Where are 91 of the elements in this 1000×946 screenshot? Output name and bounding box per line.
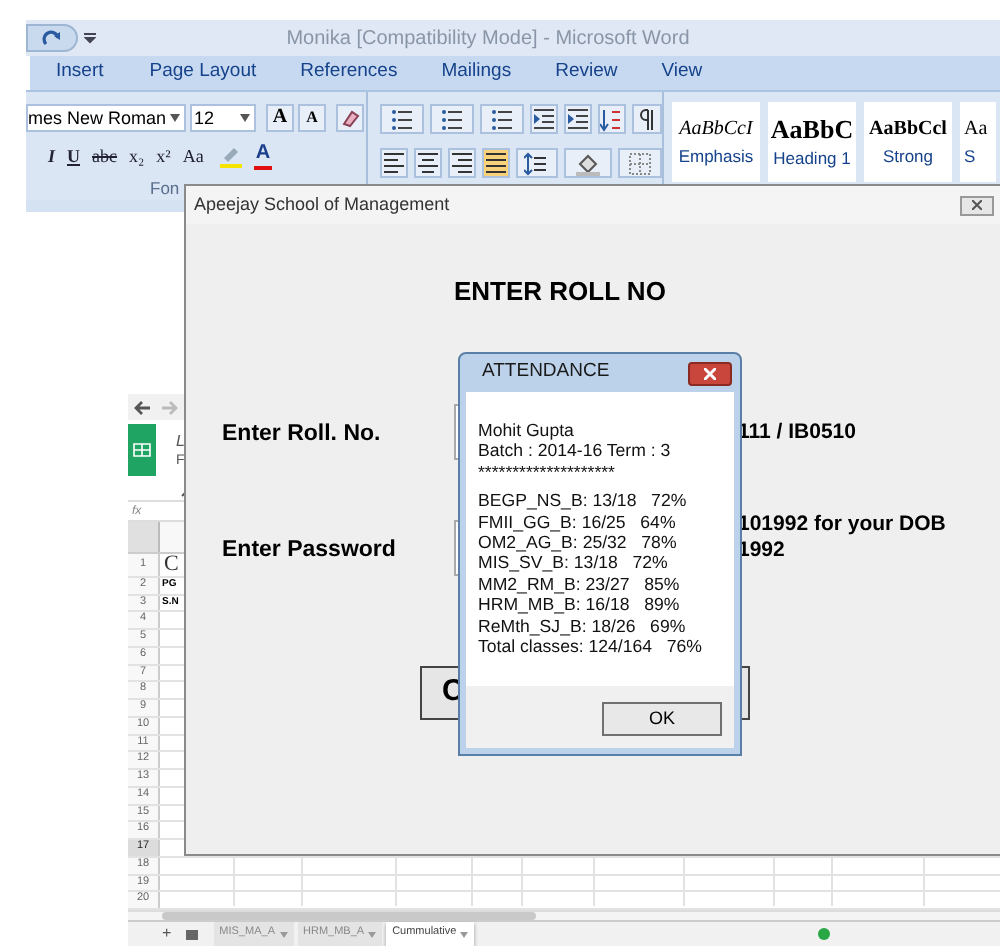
dropdown-icon[interactable] <box>170 114 180 122</box>
grow-font-button[interactable]: A <box>266 104 294 132</box>
bullet-list-icon <box>389 107 414 131</box>
message-line: ******************** <box>478 461 617 483</box>
ribbon-tab[interactable]: References <box>298 58 400 88</box>
close-icon <box>972 200 982 210</box>
borders-icon <box>627 151 652 175</box>
style-name: Heading 1 <box>773 150 851 168</box>
message-line: MIS_SV_B: 13/18 72% <box>478 552 670 574</box>
clear-format-button[interactable] <box>336 104 364 132</box>
redo-button[interactable] <box>26 24 78 52</box>
message-line: Batch : 2014-16 Term : 3 <box>478 440 673 462</box>
font-name-field[interactable]: mes New Roman <box>26 104 186 132</box>
close-button[interactable] <box>960 195 994 215</box>
add-sheet-button[interactable]: + <box>162 926 172 942</box>
window-title: Monika [Compatibility Mode] - Microsoft Word <box>284 25 692 53</box>
style-card[interactable]: AaBbC Heading 1 <box>768 102 856 182</box>
message-line: OM2_AG_B: 25/32 78% <box>478 532 679 553</box>
align-right-button[interactable] <box>448 148 477 178</box>
decrease-indent-button[interactable] <box>529 104 558 134</box>
highlighter-icon <box>217 145 242 167</box>
dropdown-icon[interactable] <box>240 114 250 122</box>
message-title: ATTENDANCE <box>482 358 612 387</box>
bullet-list-button[interactable] <box>380 104 424 134</box>
align-right-icon <box>450 151 475 175</box>
redo-icon <box>42 29 62 47</box>
style-sample: AaBbCcl <box>869 119 947 140</box>
format-button[interactable]: abc <box>90 143 120 169</box>
ribbon-tab[interactable]: Review <box>553 58 620 88</box>
justify-button[interactable] <box>482 148 511 178</box>
style-card[interactable]: Aa S <box>960 102 996 182</box>
decrease-indent-icon <box>531 107 556 131</box>
style-sample: Aa <box>964 119 988 140</box>
line-spacing-icon <box>524 151 549 175</box>
hint-text: 1992 <box>738 540 787 562</box>
shading-button[interactable] <box>563 148 612 178</box>
align-left-button[interactable] <box>380 148 409 178</box>
close-icon <box>704 367 716 379</box>
ribbon-tab[interactable]: View <box>659 58 705 88</box>
ribbon-tab[interactable]: Mailings <box>439 58 514 88</box>
message-line: Total classes: 124/164 76% <box>478 636 704 657</box>
ok-button[interactable]: OK <box>602 702 722 736</box>
style-sample: AaBbCcI <box>679 119 753 140</box>
message-line: FMII_GG_B: 16/25 64% <box>478 511 678 533</box>
sort-button[interactable] <box>597 104 627 134</box>
align-center-icon <box>416 151 441 175</box>
back-icon[interactable] <box>132 399 152 416</box>
justify-icon <box>484 151 509 175</box>
sort-icon <box>600 107 624 131</box>
style-card[interactable]: AaBbCcI Emphasis <box>672 102 760 182</box>
borders-button[interactable] <box>617 148 663 178</box>
shrink-font-button[interactable]: A <box>298 104 326 132</box>
form-heading: ENTER ROLL NO <box>454 278 666 304</box>
style-card[interactable]: AaBbCcl Strong <box>864 102 952 182</box>
style-name: Strong <box>882 147 934 165</box>
status-icon <box>818 928 831 940</box>
sheet-list-icon[interactable] <box>185 929 198 939</box>
eraser-icon <box>340 108 360 128</box>
table-cell-text: C <box>162 553 179 576</box>
format-button[interactable]: x₂ <box>127 143 147 169</box>
ribbon-tab[interactable]: Insert <box>54 58 106 88</box>
document-title: L <box>176 433 185 450</box>
format-button[interactable]: x² <box>154 143 173 169</box>
dropdown-icon[interactable] <box>84 32 96 44</box>
field-label: Enter Password <box>222 540 398 563</box>
pilcrow-button[interactable] <box>632 104 662 134</box>
shading-icon <box>575 151 600 175</box>
dialog-title: Apeejay School of Management <box>194 191 452 218</box>
field-label: Enter Roll. No. <box>222 424 383 447</box>
format-button[interactable]: U <box>65 143 83 169</box>
style-name: S <box>964 147 976 165</box>
message-line: BEGP_NS_B: 13/18 72% <box>478 490 689 512</box>
line-spacing-button[interactable] <box>516 148 558 178</box>
increase-indent-button[interactable] <box>563 104 592 134</box>
group-label: Fon <box>148 180 182 197</box>
increase-indent-icon <box>565 107 590 131</box>
hint-text: 101992 for your DOB <box>738 514 946 536</box>
style-sample: AaBbC <box>770 116 854 143</box>
format-button[interactable]: I <box>46 143 58 169</box>
style-name: Emphasis <box>678 147 754 165</box>
message-line: MM2_RM_B: 23/27 85% <box>478 573 682 595</box>
align-center-button[interactable] <box>414 148 443 178</box>
font-size-field[interactable]: 12 <box>190 104 256 132</box>
message-line: HRM_MB_B: 16/18 89% <box>478 594 682 616</box>
close-button[interactable] <box>688 361 732 385</box>
message-line: Mohit Gupta <box>478 420 576 441</box>
message-line: ReMth_SJ_B: 18/26 69% <box>478 615 688 637</box>
font-color-button[interactable]: A <box>253 143 273 169</box>
align-left-icon <box>382 151 406 175</box>
format-button[interactable]: Aa <box>180 143 206 169</box>
ribbon-tab[interactable]: Page Layout <box>147 58 259 88</box>
